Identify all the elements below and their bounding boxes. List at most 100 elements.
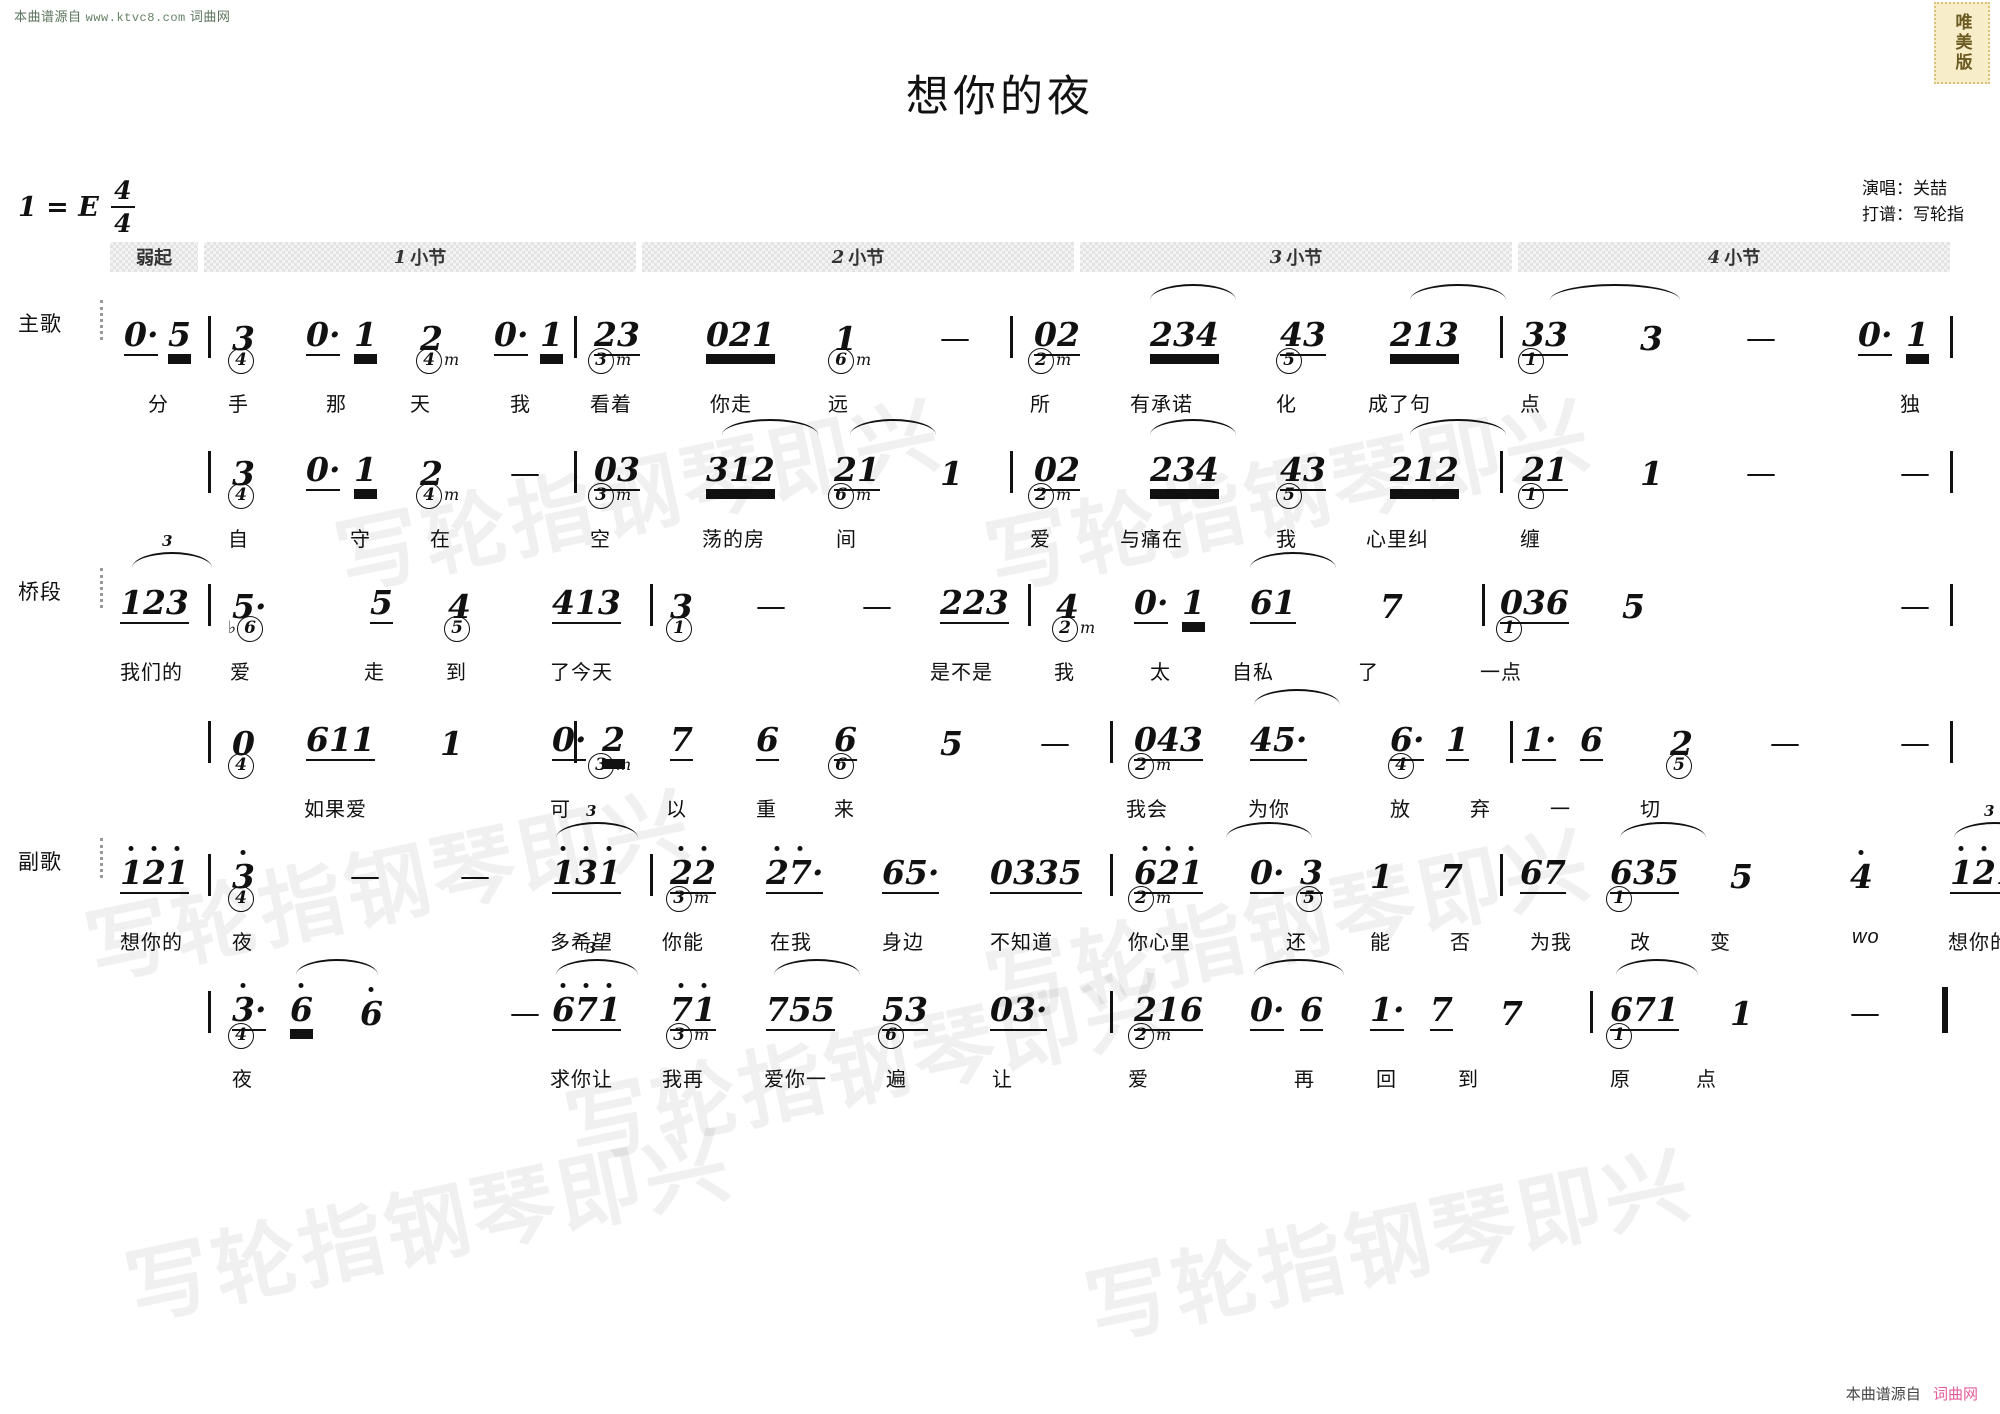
lyric-syllable: 了今天 — [550, 662, 613, 684]
measure-number: 3 — [1269, 246, 1283, 268]
slur — [774, 959, 860, 975]
chord-row: 43m2m51 — [110, 884, 1955, 914]
lyric-syllable: 为我 — [1530, 932, 1572, 954]
lyric-syllable: 缠 — [1520, 529, 1541, 551]
chord-mark: 6m — [828, 346, 871, 374]
chord-mark: 4 — [228, 751, 254, 779]
chord-quality: m — [1056, 350, 1072, 369]
chord-degree: 4 — [228, 483, 254, 509]
triplet-marker: 3 — [586, 802, 597, 820]
lyric-syllable: 荡的房 — [702, 529, 765, 551]
chord-degree: 3 — [588, 753, 614, 779]
lyric-syllable: 那 — [326, 394, 347, 416]
lyric-syllable: 化 — [1276, 394, 1297, 416]
chord-mark: 4 — [228, 481, 254, 509]
note: 121 — [1950, 856, 2000, 894]
measure-marker: 3 小节 — [1080, 242, 1512, 272]
lyric-syllable: 在 — [430, 529, 451, 551]
lyric-syllable: 我会 — [1126, 799, 1168, 821]
chord-mark: 3m — [588, 481, 631, 509]
chord-quality: m — [444, 350, 460, 369]
chord-degree: 6 — [828, 483, 854, 509]
chord-row: 44m3m6m2m51 — [110, 481, 1955, 511]
lyric-syllable: 再 — [1294, 1069, 1315, 1091]
footer-site: 词曲网 — [1932, 1386, 1978, 1403]
lyric-syllable: 放 — [1390, 799, 1411, 821]
slur — [1150, 419, 1236, 435]
lyric-syllable: 我 — [1276, 529, 1297, 551]
measure-number: 4 — [1707, 246, 1721, 268]
chord-degree: 4 — [416, 483, 442, 509]
lyric-syllable: 自 — [228, 529, 249, 551]
chord-degree: 3 — [666, 886, 692, 912]
lyric-syllable: 能 — [1370, 932, 1391, 954]
lyric-syllable: 天 — [410, 394, 431, 416]
lyric-syllable: 到 — [1458, 1069, 1479, 1091]
triplet-marker: 3 — [586, 939, 597, 957]
chord-mark: 1 — [1518, 346, 1544, 374]
chord-quality: m — [444, 485, 460, 504]
slur — [722, 419, 818, 435]
chord-mark: 2m — [1028, 481, 1071, 509]
lyric-syllable: 爱 — [1128, 1069, 1149, 1091]
chord-mark: 1 — [1518, 481, 1544, 509]
measure-marker: 4 小节 — [1518, 242, 1950, 272]
lyric-syllable: 与痛在 — [1120, 529, 1183, 551]
measure-marker: 弱起 — [110, 242, 198, 272]
chord-quality: m — [694, 1025, 710, 1044]
chord-mark: 1 — [666, 614, 692, 642]
slur — [1954, 822, 2000, 838]
lyric-row: 想你的 夜 多希望 你能 在我 身边 不知道 你心里 还 能 否 为我 改 变 wo 想你的 — [110, 926, 2000, 956]
lyric-syllable: 想你的 — [1948, 932, 2000, 954]
chord-degree: 2 — [1128, 753, 1154, 779]
chord-mark: 6 — [878, 1021, 904, 1049]
meter-divider — [110, 206, 135, 208]
chord-degree: 4 — [228, 886, 254, 912]
lyric-syllable: 了 — [1358, 662, 1379, 684]
lyric-syllable: 如果爱 — [304, 799, 367, 821]
time-signature: 4 4 — [110, 178, 135, 236]
chord-row: 43m62m1 — [110, 1021, 1955, 1051]
chord-quality: m — [1156, 755, 1172, 774]
chord-mark: 2m — [1128, 884, 1171, 912]
lyric-syllable: 点 — [1520, 394, 1541, 416]
chord-degree: 2 — [1052, 616, 1078, 642]
slur — [296, 959, 378, 975]
lyric-syllable: 在我 — [770, 932, 812, 954]
chord-mark: 4m — [416, 481, 459, 509]
lyric-syllable: 有承诺 — [1130, 394, 1193, 416]
chord-degree: 1 — [1606, 1023, 1632, 1049]
lyric-syllable: 守 — [350, 529, 371, 551]
lyric-syllable: 求你让 — [550, 1069, 613, 1091]
chord-mark: 1 — [1606, 1021, 1632, 1049]
lyric-syllable: 还 — [1286, 932, 1307, 954]
chord-degree: 3 — [588, 348, 614, 374]
chord-mark: 6 — [828, 751, 854, 779]
chord-mark: ♭ 6 — [228, 614, 264, 642]
chord-quality: m — [616, 350, 632, 369]
triplet-marker: 3 — [1984, 802, 1995, 820]
chord-degree: 3 — [588, 483, 614, 509]
background-watermark: 写轮指钢琴即兴 — [1077, 1134, 1701, 1359]
lyric-syllable: 是不是 — [930, 662, 993, 684]
chord-degree: 6 — [237, 616, 264, 642]
lyric-syllable: 你能 — [662, 932, 704, 954]
measure-label: 小节 — [848, 248, 885, 268]
chord-degree: 2 — [1128, 886, 1154, 912]
page-title: 想你的夜 — [906, 72, 1094, 122]
slur — [556, 822, 638, 838]
chord-mark: 5 — [1666, 751, 1692, 779]
chord-mark: 5 — [1296, 884, 1322, 912]
chord-mark: 3m — [666, 1021, 709, 1049]
lyric-syllable: 改 — [1630, 932, 1651, 954]
chord-degree: 4 — [228, 348, 254, 374]
section-label: 主歌 — [18, 313, 62, 336]
lyric-syllable: 手 — [228, 394, 249, 416]
slur — [1410, 284, 1506, 300]
chord-degree: 5 — [1276, 483, 1302, 509]
lyric-syllable: 走 — [364, 662, 385, 684]
source-url: www.ktvc8.com — [85, 11, 186, 25]
note-digit: 2 — [1972, 853, 1996, 892]
chord-degree: 4 — [228, 1023, 254, 1049]
chord-degree: 5 — [1666, 753, 1692, 779]
